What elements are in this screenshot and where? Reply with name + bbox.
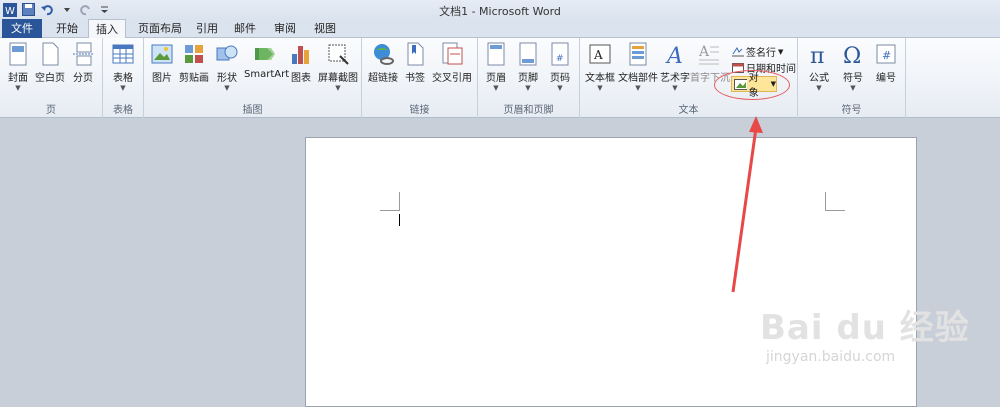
watermark-url: jingyan.baidu.com <box>766 349 896 365</box>
watermark-brand: Bai du 经验 <box>760 308 970 348</box>
watermark: Bai du 经验 jingyan.baidu.com <box>760 300 970 365</box>
